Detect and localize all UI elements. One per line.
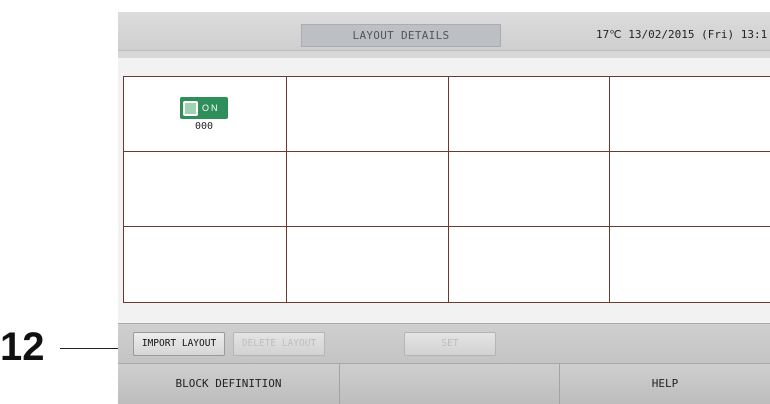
footer-blank-button[interactable] bbox=[340, 364, 560, 404]
unit-status-label: ON bbox=[202, 103, 220, 113]
grid-cell[interactable] bbox=[124, 227, 287, 302]
unit-id-label: 000 bbox=[194, 121, 214, 132]
grid-cell[interactable] bbox=[287, 152, 449, 227]
layout-area: ON 000 bbox=[118, 58, 770, 323]
grid-cell[interactable] bbox=[287, 227, 449, 302]
grid-cell[interactable] bbox=[449, 227, 610, 302]
indoor-unit-icon bbox=[183, 100, 198, 116]
controller-screen: LAYOUT DETAILS 17℃ 13/02/2015 (Fri) 13:1… bbox=[118, 12, 770, 404]
page-title: LAYOUT DETAILS bbox=[301, 24, 501, 47]
action-toolbar: IMPORT LAYOUT DELETE LAYOUT SET bbox=[118, 323, 770, 364]
grid-cell[interactable] bbox=[287, 77, 449, 152]
callout-number: 12 bbox=[0, 325, 45, 369]
layout-grid: ON 000 bbox=[123, 76, 770, 303]
block-definition-button[interactable]: BLOCK DEFINITION bbox=[118, 364, 340, 404]
delete-layout-button[interactable]: DELETE LAYOUT bbox=[233, 332, 325, 356]
footer-bar: BLOCK DEFINITION HELP bbox=[118, 363, 770, 404]
grid-cell[interactable]: ON 000 bbox=[124, 77, 287, 152]
unit-badge[interactable]: ON bbox=[180, 97, 228, 119]
help-button[interactable]: HELP bbox=[560, 364, 770, 404]
grid-cell[interactable] bbox=[124, 152, 287, 227]
grid-cell[interactable] bbox=[610, 77, 770, 152]
status-readout: 17℃ 13/02/2015 (Fri) 13:1 bbox=[596, 28, 768, 41]
header-bar: LAYOUT DETAILS 17℃ 13/02/2015 (Fri) 13:1 bbox=[118, 12, 770, 51]
import-layout-button[interactable]: IMPORT LAYOUT bbox=[133, 332, 225, 356]
grid-cell[interactable] bbox=[449, 77, 610, 152]
set-button[interactable]: SET bbox=[404, 332, 496, 356]
grid-cell[interactable] bbox=[610, 152, 770, 227]
grid-cell[interactable] bbox=[610, 227, 770, 302]
grid-cell[interactable] bbox=[449, 152, 610, 227]
